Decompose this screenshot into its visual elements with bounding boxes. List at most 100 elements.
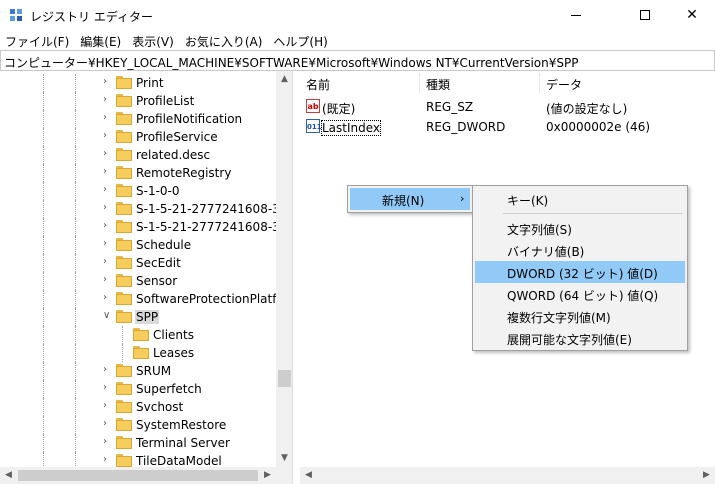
- tree-item[interactable]: Leases: [0, 344, 276, 362]
- submenu-item-string-value[interactable]: 文字列値(S): [475, 217, 685, 239]
- maximize-button[interactable]: [622, 0, 668, 30]
- menu-help[interactable]: ヘルプ(H): [268, 30, 333, 50]
- expand-chevron-icon[interactable]: ›: [103, 112, 113, 126]
- tree-item[interactable]: › ProfileNotification: [0, 110, 276, 128]
- tree-guide-line: [75, 326, 76, 344]
- tree-item[interactable]: › S-1-5-21-2777241608-3262: [0, 200, 292, 218]
- tree-item[interactable]: › Schedule: [0, 236, 276, 254]
- expand-chevron-icon[interactable]: ›: [103, 382, 113, 396]
- menu-edit[interactable]: 編集(E): [75, 30, 127, 50]
- scroll-left-icon[interactable]: ◀: [300, 467, 317, 484]
- dword-value-icon: 011: [306, 119, 322, 133]
- value-row[interactable]: ab (既定) REG_SZ (値の設定なし): [300, 97, 715, 117]
- tree-item[interactable]: Clients: [0, 326, 276, 344]
- scroll-right-icon[interactable]: ▶: [698, 467, 715, 484]
- tree-guide-line: [43, 200, 44, 218]
- expand-chevron-icon[interactable]: ›: [103, 400, 113, 414]
- folder-icon: [116, 112, 132, 125]
- expand-chevron-icon[interactable]: ›: [103, 436, 113, 450]
- tree-horizontal-scrollbar[interactable]: ◀ ▶: [0, 467, 292, 484]
- expand-chevron-icon[interactable]: ›: [103, 256, 113, 270]
- tree-item[interactable]: › Svchost: [0, 398, 276, 416]
- tree-guide-line: [43, 380, 44, 398]
- tree-item[interactable]: › ProfileService: [0, 128, 276, 146]
- menu-favorites[interactable]: お気に入り(A): [180, 30, 269, 50]
- expand-chevron-icon[interactable]: ›: [103, 418, 113, 432]
- expand-chevron-icon[interactable]: ›: [103, 238, 113, 252]
- tree-item[interactable]: › S-1-0-0: [0, 182, 276, 200]
- context-menu-new[interactable]: 新規(N) ›: [350, 188, 470, 210]
- close-icon: ✕: [686, 7, 698, 23]
- tree-item[interactable]: › Sensor: [0, 272, 276, 290]
- submenu-item-multi-string-value[interactable]: 複数行文字列値(M): [475, 305, 685, 327]
- menu-file[interactable]: ファイル(F): [0, 30, 75, 50]
- context-menu-new-label: 新規(N): [382, 194, 425, 208]
- tree-item[interactable]: › related.desc: [0, 146, 276, 164]
- folder-icon: [116, 130, 132, 143]
- tree-item[interactable]: › Print: [0, 74, 276, 92]
- column-divider[interactable]: [419, 73, 420, 93]
- expand-chevron-icon[interactable]: ›: [103, 94, 113, 108]
- column-divider[interactable]: [539, 73, 540, 93]
- collapse-chevron-icon[interactable]: ∨: [103, 310, 113, 324]
- expand-chevron-icon[interactable]: ›: [103, 166, 113, 180]
- tree-vertical-scrollbar[interactable]: ▲ ▼: [276, 71, 292, 467]
- address-bar[interactable]: コンピューター¥HKEY_LOCAL_MACHINE¥SOFTWARE¥Micr…: [0, 50, 715, 71]
- tree-item[interactable]: › S-1-5-21-2777241608-3262: [0, 218, 292, 236]
- address-path: コンピューター¥HKEY_LOCAL_MACHINE¥SOFTWARE¥Micr…: [4, 56, 579, 70]
- values-horizontal-scrollbar[interactable]: ◀ ▶: [300, 467, 715, 484]
- tree-item-label: Sensor: [136, 274, 178, 288]
- tree-item[interactable]: › SoftwareProtectionPlatforn: [0, 290, 292, 308]
- scroll-left-icon[interactable]: ◀: [0, 467, 17, 484]
- expand-chevron-icon[interactable]: ›: [103, 130, 113, 144]
- tree-item[interactable]: › SecEdit: [0, 254, 276, 272]
- scroll-up-icon[interactable]: ▲: [276, 71, 292, 88]
- folder-icon: [116, 148, 132, 161]
- expand-chevron-icon[interactable]: ›: [103, 202, 113, 216]
- tree-vertical-scroll-thumb[interactable]: [278, 370, 291, 387]
- submenu-item-binary-value[interactable]: バイナリ値(B): [475, 239, 685, 261]
- tree-item[interactable]: ∨ SPP: [0, 308, 276, 326]
- submenu-arrow-icon: ›: [460, 192, 465, 205]
- folder-icon: [116, 292, 132, 305]
- expand-chevron-icon[interactable]: ›: [103, 364, 113, 378]
- tree-item-label: Schedule: [136, 238, 192, 252]
- submenu-item-label: バイナリ値(B): [507, 245, 585, 259]
- column-header-type[interactable]: 種類: [426, 76, 450, 93]
- submenu-item-dword-value[interactable]: DWORD (32 ビット) 値(D): [475, 261, 685, 283]
- expand-chevron-icon[interactable]: ›: [103, 274, 113, 288]
- value-name: LastIndex: [321, 120, 382, 136]
- tree-item[interactable]: › SystemRestore: [0, 416, 276, 434]
- tree-guide-line: [43, 182, 44, 200]
- close-button[interactable]: ✕: [669, 0, 715, 30]
- tree-horizontal-scroll-thumb[interactable]: [18, 470, 258, 481]
- column-header-data[interactable]: データ: [546, 76, 582, 93]
- submenu-item-key[interactable]: キー(K): [475, 188, 685, 210]
- tree-guide-line: [43, 344, 44, 362]
- value-row[interactable]: 011 LastIndex REG_DWORD 0x0000002e (46): [300, 117, 715, 137]
- tree-item[interactable]: › Superfetch: [0, 380, 276, 398]
- tree-item[interactable]: › SRUM: [0, 362, 276, 380]
- expand-chevron-icon[interactable]: ›: [103, 148, 113, 162]
- tree-item[interactable]: › RemoteRegistry: [0, 164, 276, 182]
- scroll-right-icon[interactable]: ▶: [259, 467, 276, 484]
- expand-chevron-icon[interactable]: ›: [103, 292, 113, 306]
- expand-chevron-icon[interactable]: ›: [103, 184, 113, 198]
- scroll-down-icon[interactable]: ▼: [276, 450, 292, 467]
- menu-view[interactable]: 表示(V): [127, 30, 180, 50]
- tree-item[interactable]: › ProfileList: [0, 92, 276, 110]
- expand-chevron-icon[interactable]: ›: [103, 76, 113, 90]
- submenu-item-expandable-string-value[interactable]: 展開可能な文字列値(E): [475, 327, 685, 349]
- submenu-item-qword-value[interactable]: QWORD (64 ビット) 値(Q): [475, 283, 685, 305]
- expand-chevron-icon[interactable]: ›: [103, 220, 113, 234]
- column-header-name[interactable]: 名前: [306, 76, 330, 93]
- tree-item[interactable]: › Terminal Server: [0, 434, 276, 452]
- folder-icon: [116, 184, 132, 197]
- folder-icon: [133, 346, 149, 359]
- value-data: (値の設定なし): [546, 102, 628, 116]
- value-name: (既定): [322, 102, 356, 116]
- minimize-button[interactable]: [553, 0, 599, 30]
- expand-chevron-icon[interactable]: ›: [103, 454, 113, 468]
- tree-guide-line: [43, 434, 44, 452]
- tree-guide-line: [75, 254, 76, 272]
